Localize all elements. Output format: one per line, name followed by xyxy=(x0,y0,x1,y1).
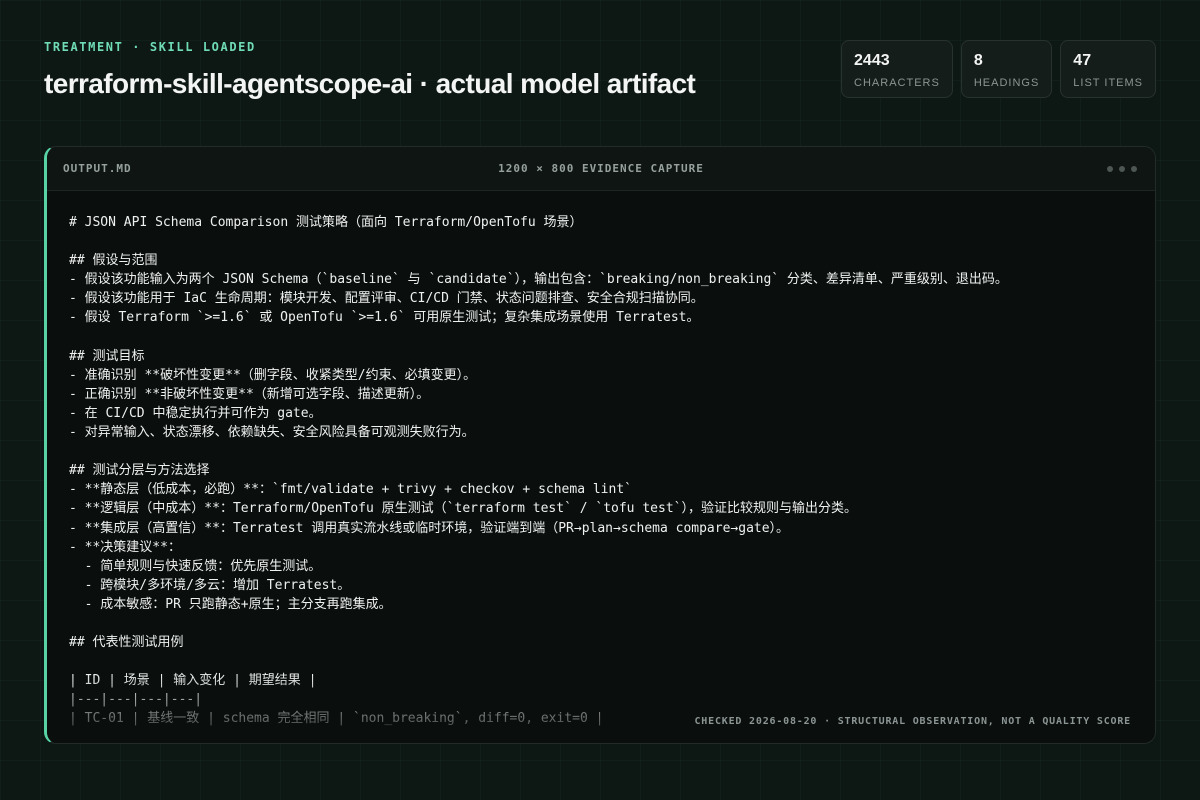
panel-caption: 1200 × 800 EVIDENCE CAPTURE xyxy=(498,162,704,175)
stat-label: LIST ITEMS xyxy=(1073,77,1143,89)
status-eyebrow: TREATMENT · SKILL LOADED xyxy=(44,40,256,54)
stat-value: 2443 xyxy=(854,52,890,69)
stat-label: CHARACTERS xyxy=(854,77,940,89)
stat-value: 8 xyxy=(973,52,983,69)
more-menu-icon[interactable] xyxy=(1107,166,1137,172)
markdown-content: # JSON API Schema Comparison 测试策略（面向 Ter… xyxy=(69,215,1008,727)
stats-group: 2443 CHARACTERS 8 HEADINGS 47 LIST ITEMS xyxy=(841,40,1156,98)
stat-label: HEADINGS xyxy=(973,77,1040,89)
page-header: TREATMENT · SKILL LOADED terraform-skill… xyxy=(44,40,696,100)
dot-icon xyxy=(1119,166,1125,172)
stat-card-characters: 2443 CHARACTERS xyxy=(841,40,953,98)
stat-value: 47 xyxy=(1073,52,1092,69)
page-title: terraform-skill-agentscope-ai · actual m… xyxy=(44,68,696,99)
stat-card-headings: 8 HEADINGS xyxy=(960,40,1053,98)
panel-toolbar: OUTPUT.MD 1200 × 800 EVIDENCE CAPTURE xyxy=(47,147,1155,191)
dot-icon xyxy=(1131,166,1137,172)
output-panel: OUTPUT.MD 1200 × 800 EVIDENCE CAPTURE # … xyxy=(44,146,1156,744)
stat-card-list-items: 47 LIST ITEMS xyxy=(1060,40,1156,98)
panel-footer-note: CHECKED 2026-08-20 · STRUCTURAL OBSERVAT… xyxy=(694,716,1131,727)
dot-icon xyxy=(1107,166,1113,172)
